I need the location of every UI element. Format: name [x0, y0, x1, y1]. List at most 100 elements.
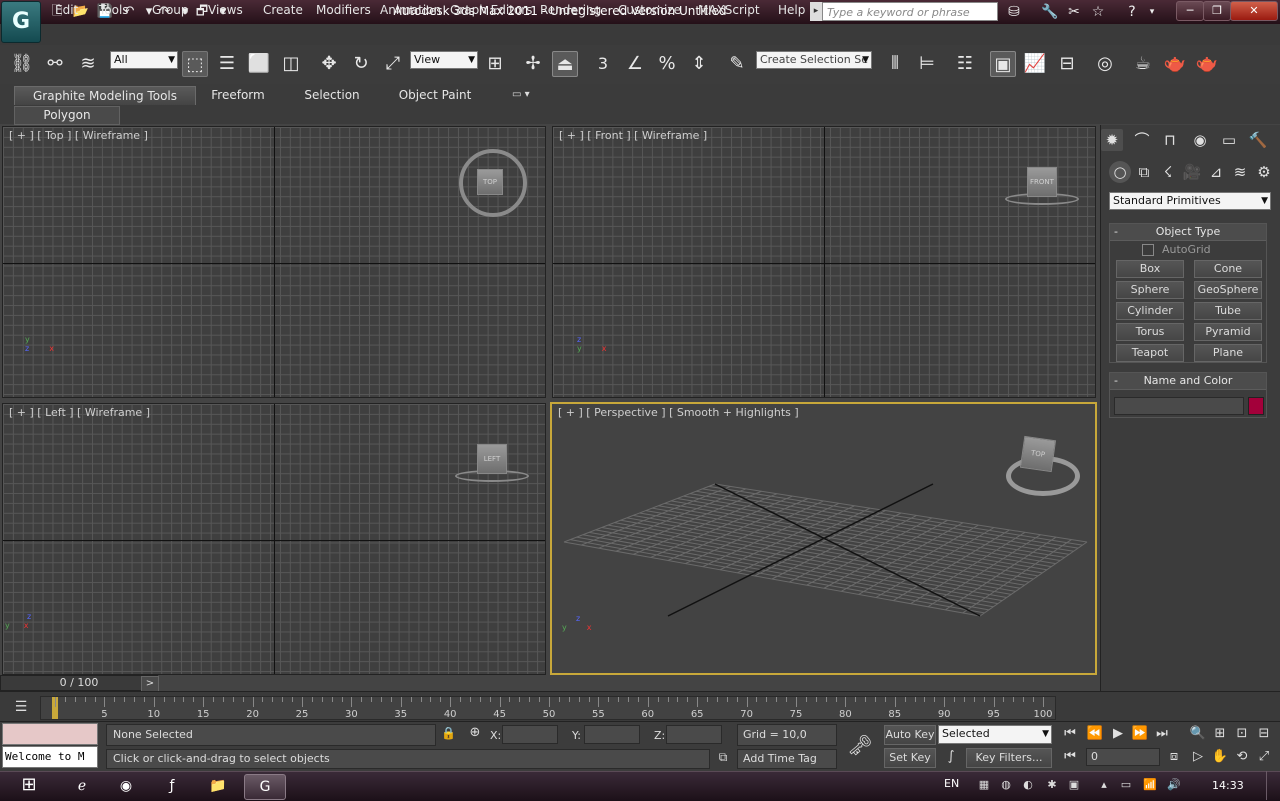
unlink-selection-icon[interactable]: ⚯ — [42, 51, 68, 77]
maximize-button[interactable]: ❐ — [1203, 1, 1231, 21]
render-setup-icon[interactable]: ☕ — [1130, 51, 1156, 77]
3ds-max-task-icon[interactable]: G — [244, 774, 286, 800]
select-and-manipulate-icon[interactable]: ✢ — [520, 51, 546, 77]
menu-rendering[interactable]: Rendering — [540, 3, 601, 17]
auto-key-button[interactable]: Auto Key — [884, 725, 936, 745]
internet-explorer-icon[interactable]: ℯ — [62, 774, 102, 798]
x-coordinate-input[interactable] — [502, 725, 558, 744]
ribbon-options-icon[interactable]: ▭ ▾ — [512, 89, 538, 101]
mirror-icon[interactable]: ⫴ — [882, 51, 908, 77]
go-to-start-icon[interactable]: ⏮ — [1060, 724, 1080, 744]
zoom-extents-icon[interactable]: ⊡ — [1232, 724, 1252, 744]
viewport-perspective[interactable]: [ + ] [ Perspective ] [ Smooth + Highlig… — [550, 402, 1097, 675]
systems-icon[interactable]: ⚙ — [1253, 161, 1275, 183]
communication-center-icon[interactable]: ✂ — [1064, 2, 1084, 22]
show-hidden-icons-icon[interactable]: ▴ — [1096, 776, 1112, 794]
key-filters-button[interactable]: Key Filters... — [966, 748, 1052, 768]
current-frame-input[interactable]: 0 — [1086, 748, 1160, 766]
tab-object-paint[interactable]: Object Paint — [392, 86, 478, 104]
pyramid-button[interactable]: Pyramid — [1194, 323, 1262, 341]
next-frame-icon[interactable]: ⏩ — [1130, 724, 1150, 744]
tray-icon-2[interactable]: ◍ — [998, 776, 1014, 794]
help-dropdown-icon[interactable]: ▾ — [1142, 2, 1162, 22]
menu-help[interactable]: Help — [778, 3, 805, 17]
lights-icon[interactable]: ☇ — [1157, 161, 1179, 183]
play-icon[interactable]: ▶ — [1108, 724, 1128, 744]
select-and-move-icon[interactable]: ✥ — [316, 51, 342, 77]
previous-frame-icon[interactable]: ⏪ — [1085, 724, 1105, 744]
search-input[interactable]: Type a keyword or phrase — [822, 2, 998, 21]
spinner-snap-icon[interactable]: ⇕ — [686, 51, 712, 77]
y-coordinate-input[interactable] — [584, 725, 640, 744]
volume-icon[interactable]: 🔊 — [1166, 776, 1182, 794]
tab-graphite-modeling-tools[interactable]: Graphite Modeling Tools — [14, 86, 196, 105]
bluetooth-icon[interactable]: ✱ — [1044, 776, 1060, 794]
tube-button[interactable]: Tube — [1194, 302, 1262, 320]
minimize-button[interactable]: ─ — [1176, 1, 1204, 21]
polygon-modeling-panel[interactable]: Polygon Modeling — [14, 106, 120, 139]
geosphere-button[interactable]: GeoSphere — [1194, 281, 1262, 299]
mini-curve-editor-icon[interactable]: ☰ — [10, 697, 32, 717]
menu-animation[interactable]: Animation — [380, 3, 441, 17]
cylinder-button[interactable]: Cylinder — [1116, 302, 1184, 320]
snaps-toggle-icon[interactable]: 3 — [590, 51, 616, 77]
space-warps-icon[interactable]: ≋ — [1229, 161, 1251, 183]
percent-snap-icon[interactable]: % — [654, 51, 680, 77]
selection-filter-dropdown[interactable]: All ▼ — [110, 51, 178, 69]
cameras-icon[interactable]: 🎥 — [1181, 161, 1203, 183]
orbit-icon[interactable]: ⟲ — [1232, 747, 1252, 767]
zoom-extents-all-icon[interactable]: ⊟ — [1254, 724, 1274, 744]
menu-customize[interactable]: Customize — [618, 3, 681, 17]
plane-button[interactable]: Plane — [1194, 344, 1262, 362]
tab-freeform[interactable]: Freeform — [200, 86, 276, 104]
tab-selection[interactable]: Selection — [296, 86, 368, 104]
menu-views[interactable]: Views — [208, 3, 243, 17]
selection-lock-icon[interactable]: 🔒 — [441, 726, 456, 742]
angle-snap-icon[interactable]: ∠ — [622, 51, 648, 77]
shapes-icon[interactable]: ⧉ — [1133, 161, 1155, 183]
viewport-front[interactable]: [ + ] [ Front ] [ Wireframe ] FRONT zyx — [552, 126, 1096, 398]
rectangular-selection-icon[interactable]: ⬜ — [246, 51, 272, 77]
go-to-end-icon[interactable]: ⏭ — [1152, 724, 1172, 744]
maxscript-listener-white[interactable]: Welcome to M — [2, 746, 98, 768]
window-crossing-icon[interactable]: ◫ — [278, 51, 304, 77]
key-mode-toggle-icon[interactable]: ⏮ — [1060, 747, 1080, 767]
schematic-view-icon[interactable]: ⊟ — [1054, 51, 1080, 77]
time-slider-next-button[interactable]: > — [141, 676, 159, 692]
viewport-top-label[interactable]: [ + ] [ Top ] [ Wireframe ] — [9, 129, 148, 142]
flash-icon[interactable]: ƒ — [152, 774, 192, 798]
curve-editor-icon[interactable]: 📈 — [1022, 51, 1048, 77]
modify-tab-icon[interactable]: ⌒ — [1131, 129, 1153, 151]
cone-button[interactable]: Cone — [1194, 260, 1262, 278]
subscription-center-icon[interactable]: 🔧 — [1040, 2, 1060, 22]
object-color-swatch[interactable] — [1248, 397, 1264, 415]
named-selection-set-dropdown[interactable]: Create Selection Se ▼ — [756, 51, 872, 69]
clock[interactable]: 14:33 — [1212, 779, 1244, 792]
keyboard-shortcut-override-icon[interactable]: ⏏ — [552, 51, 578, 77]
start-button-icon[interactable]: ⊞ — [4, 770, 54, 800]
favorites-star-icon[interactable]: ☆ — [1088, 2, 1108, 22]
tray-icon-1[interactable]: ▦ — [976, 776, 992, 794]
select-and-link-icon[interactable]: ⛓ — [9, 51, 35, 77]
object-category-dropdown[interactable]: Standard Primitives ▼ — [1109, 192, 1271, 210]
viewcube[interactable]: TOP — [477, 169, 503, 195]
bind-to-space-warp-icon[interactable]: ≋ — [75, 51, 101, 77]
maxscript-listener-pink[interactable] — [2, 723, 98, 745]
help-icon[interactable]: ? — [1122, 2, 1142, 22]
menu-modifiers[interactable]: Modifiers — [316, 3, 371, 17]
track-ruler[interactable]: 5 10 15 20 25 30 35 40 45 50 55 60 65 70 75 80 85 90 95 100 — [40, 696, 1056, 720]
sphere-button[interactable]: Sphere — [1116, 281, 1184, 299]
tray-icon-3[interactable]: ◐ — [1020, 776, 1036, 794]
object-type-header[interactable]: - Object Type — [1110, 224, 1266, 241]
align-icon[interactable]: ⊨ — [914, 51, 940, 77]
set-keys-key-icon[interactable]: 🗝 — [845, 732, 875, 758]
viewcube[interactable]: LEFT — [477, 444, 507, 474]
viewport-front-label[interactable]: [ + ] [ Front ] [ Wireframe ] — [559, 129, 707, 142]
helpers-icon[interactable]: ⊿ — [1205, 161, 1227, 183]
material-editor-icon[interactable]: ◎ — [1092, 51, 1118, 77]
geometry-icon[interactable]: ○ — [1109, 161, 1131, 183]
viewport-top[interactable]: [ + ] [ Top ] [ Wireframe ] TOP yzx — [2, 126, 546, 398]
close-button[interactable]: ✕ — [1230, 1, 1278, 21]
render-production-icon[interactable]: 🫖 — [1194, 51, 1220, 77]
select-by-name-icon[interactable]: ☰ — [214, 51, 240, 77]
